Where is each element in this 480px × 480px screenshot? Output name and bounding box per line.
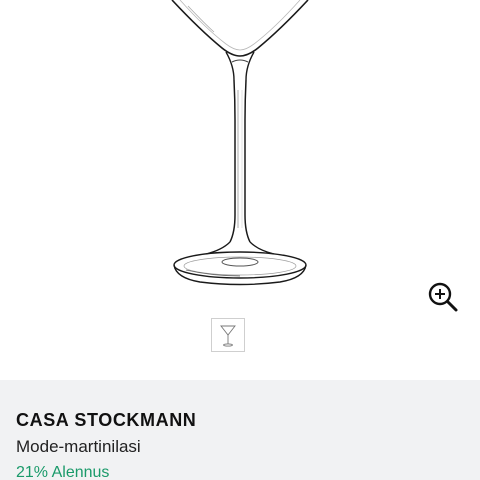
product-info: CASA STOCKMANN Mode-martinilasi 21% Alen… (0, 380, 480, 480)
brand-name[interactable]: CASA STOCKMANN (16, 410, 196, 431)
product-page: CASA STOCKMANN Mode-martinilasi 21% Alen… (0, 0, 480, 480)
zoom-in-icon (428, 282, 458, 312)
martini-glass-thumbnail (220, 325, 236, 347)
product-name: Mode-martinilasi (16, 437, 141, 456)
thumbnail-image[interactable] (211, 318, 245, 352)
zoom-button[interactable] (426, 280, 460, 314)
product-gallery (0, 0, 480, 380)
discount-badge: 21% Alennus (16, 464, 110, 480)
martini-glass-image (171, 0, 309, 286)
